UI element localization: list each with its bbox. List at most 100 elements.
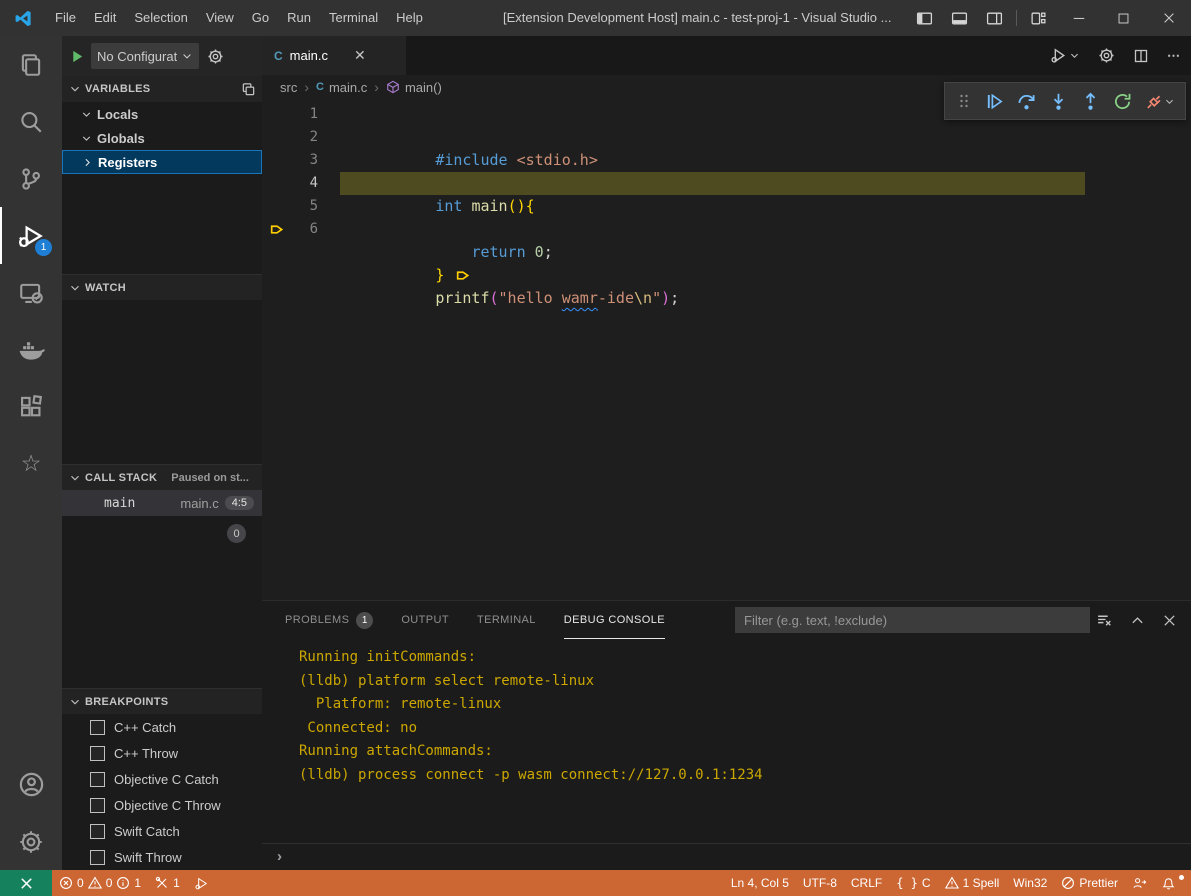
customize-layout-button[interactable]	[1021, 0, 1056, 36]
minimize-button[interactable]	[1056, 0, 1101, 36]
code-token: -ide	[598, 289, 634, 307]
formatter-label: Prettier	[1079, 876, 1118, 890]
menu-file[interactable]: File	[46, 0, 85, 36]
debug-config-dropdown[interactable]: No Configurat	[91, 43, 199, 69]
disconnect-button[interactable]	[1145, 92, 1175, 111]
activity-settings[interactable]	[0, 813, 62, 870]
platform-status[interactable]: Win32	[1006, 876, 1054, 890]
watch-header[interactable]: WATCH	[62, 274, 262, 300]
call-stack-header[interactable]: CALL STACK Paused on st...	[62, 464, 262, 490]
maximize-panel-button[interactable]	[1130, 613, 1145, 628]
tab-terminal[interactable]: TERMINAL	[477, 601, 536, 639]
eol-status[interactable]: CRLF	[844, 876, 889, 890]
console-filter-input[interactable]	[735, 607, 1090, 633]
variables-scope-registers[interactable]: Registers	[62, 150, 262, 174]
run-or-debug-button[interactable]	[1050, 47, 1080, 64]
step-over-button[interactable]	[1017, 92, 1036, 111]
activity-docker[interactable]	[0, 321, 62, 378]
breakpoint-objc-throw[interactable]: Objective C Throw	[62, 792, 262, 818]
ports-status[interactable]: 1	[148, 876, 187, 890]
debug-config-label: No Configurat	[97, 49, 177, 64]
warning-count: 0	[106, 876, 113, 890]
configure-launch-button[interactable]	[207, 48, 224, 65]
activity-source-control[interactable]	[0, 150, 62, 207]
activity-favorites[interactable]: ☆	[0, 435, 62, 492]
breakpoint-cpp-catch[interactable]: C++ Catch	[62, 714, 262, 740]
checkbox[interactable]	[90, 798, 105, 813]
activity-account[interactable]	[0, 756, 62, 813]
step-out-button[interactable]	[1081, 92, 1100, 111]
status-bar-right: Ln 4, Col 5 UTF-8 CRLF { } C 1 Spell Win…	[724, 876, 1191, 891]
chevron-right-icon	[81, 156, 94, 169]
problems-status[interactable]: 0 0 1	[52, 876, 148, 890]
breakpoint-swift-throw[interactable]: Swift Throw	[62, 844, 262, 870]
tab-close-button[interactable]: ✕	[354, 47, 366, 64]
debug-console-input[interactable]: ›	[262, 843, 1191, 868]
activity-search[interactable]	[0, 93, 62, 150]
cursor-position[interactable]: Ln 4, Col 5	[724, 876, 796, 890]
menu-terminal[interactable]: Terminal	[320, 0, 387, 36]
checkbox[interactable]	[90, 746, 105, 761]
console-line: Platform: remote-linux	[299, 693, 1191, 717]
variables-header[interactable]: VARIABLES	[62, 76, 262, 102]
checkbox[interactable]	[90, 720, 105, 735]
continue-button[interactable]	[985, 92, 1004, 111]
activity-run-debug[interactable]: 1	[0, 207, 62, 264]
close-window-button[interactable]	[1146, 0, 1191, 36]
checkbox[interactable]	[90, 772, 105, 787]
remote-explorer-icon	[18, 280, 44, 306]
line-number: 1	[262, 103, 318, 126]
feedback-button[interactable]	[1125, 876, 1154, 891]
clear-console-button[interactable]	[1096, 612, 1113, 629]
tab-problems[interactable]: PROBLEMS 1	[285, 601, 373, 639]
toggle-secondary-sidebar-button[interactable]	[977, 0, 1012, 36]
step-into-button[interactable]	[1049, 92, 1068, 111]
copy-value-button[interactable]	[241, 82, 256, 97]
settings-gear-icon	[18, 829, 44, 855]
remote-indicator[interactable]	[0, 870, 52, 896]
spell-checker-status[interactable]: 1 Spell	[938, 876, 1007, 890]
formatter-status[interactable]: Prettier	[1054, 876, 1125, 890]
encoding-status[interactable]: UTF-8	[796, 876, 844, 890]
close-panel-button[interactable]	[1162, 613, 1177, 628]
tab-output[interactable]: OUTPUT	[401, 601, 449, 639]
chevron-down-icon	[1069, 50, 1080, 61]
activity-remote-explorer[interactable]	[0, 264, 62, 321]
restart-button[interactable]	[1113, 92, 1132, 111]
menu-view[interactable]: View	[197, 0, 243, 36]
toggle-sidebar-button[interactable]	[907, 0, 942, 36]
menu-run[interactable]: Run	[278, 0, 320, 36]
breadcrumb-symbol[interactable]: main()	[405, 80, 442, 95]
more-actions-button[interactable]: ⋯	[1167, 48, 1181, 64]
breakpoint-objc-catch[interactable]: Objective C Catch	[62, 766, 262, 792]
breakpoint-cpp-throw[interactable]: C++ Throw	[62, 740, 262, 766]
start-debug-icon[interactable]	[70, 49, 85, 64]
code-editor[interactable]: 1 #include <stdio.h> 2 3 int main(){ 4	[262, 99, 1191, 600]
menu-help[interactable]: Help	[387, 0, 432, 36]
tab-main-c[interactable]: C main.c ✕	[262, 36, 406, 75]
menu-go[interactable]: Go	[243, 0, 278, 36]
notifications-button[interactable]	[1154, 876, 1183, 891]
checkbox[interactable]	[90, 850, 105, 865]
open-settings-button[interactable]	[1098, 47, 1115, 64]
stack-frame-row[interactable]: main main.c 4:5	[62, 490, 262, 516]
menu-selection[interactable]: Selection	[125, 0, 196, 36]
menu-edit[interactable]: Edit	[85, 0, 125, 36]
activity-extensions[interactable]	[0, 378, 62, 435]
variables-scope-locals[interactable]: Locals	[62, 102, 262, 126]
checkbox[interactable]	[90, 824, 105, 839]
breadcrumb-file[interactable]: main.c	[329, 80, 367, 95]
breakpoints-header[interactable]: BREAKPOINTS	[62, 688, 262, 714]
breadcrumb-folder[interactable]: src	[280, 80, 297, 95]
activity-explorer[interactable]	[0, 36, 62, 93]
tab-debug-console[interactable]: DEBUG CONSOLE	[564, 601, 665, 639]
variables-scope-globals[interactable]: Globals	[62, 126, 262, 150]
toggle-panel-button[interactable]	[942, 0, 977, 36]
maximize-button[interactable]	[1101, 0, 1146, 36]
breakpoint-swift-catch[interactable]: Swift Catch	[62, 818, 262, 844]
language-mode[interactable]: { } C	[889, 876, 937, 890]
debug-console-output[interactable]: Running initCommands:(lldb) platform sel…	[262, 639, 1191, 787]
split-editor-button[interactable]	[1133, 48, 1149, 64]
toolbar-grip-icon[interactable]	[956, 93, 972, 109]
debug-status[interactable]	[187, 876, 216, 891]
